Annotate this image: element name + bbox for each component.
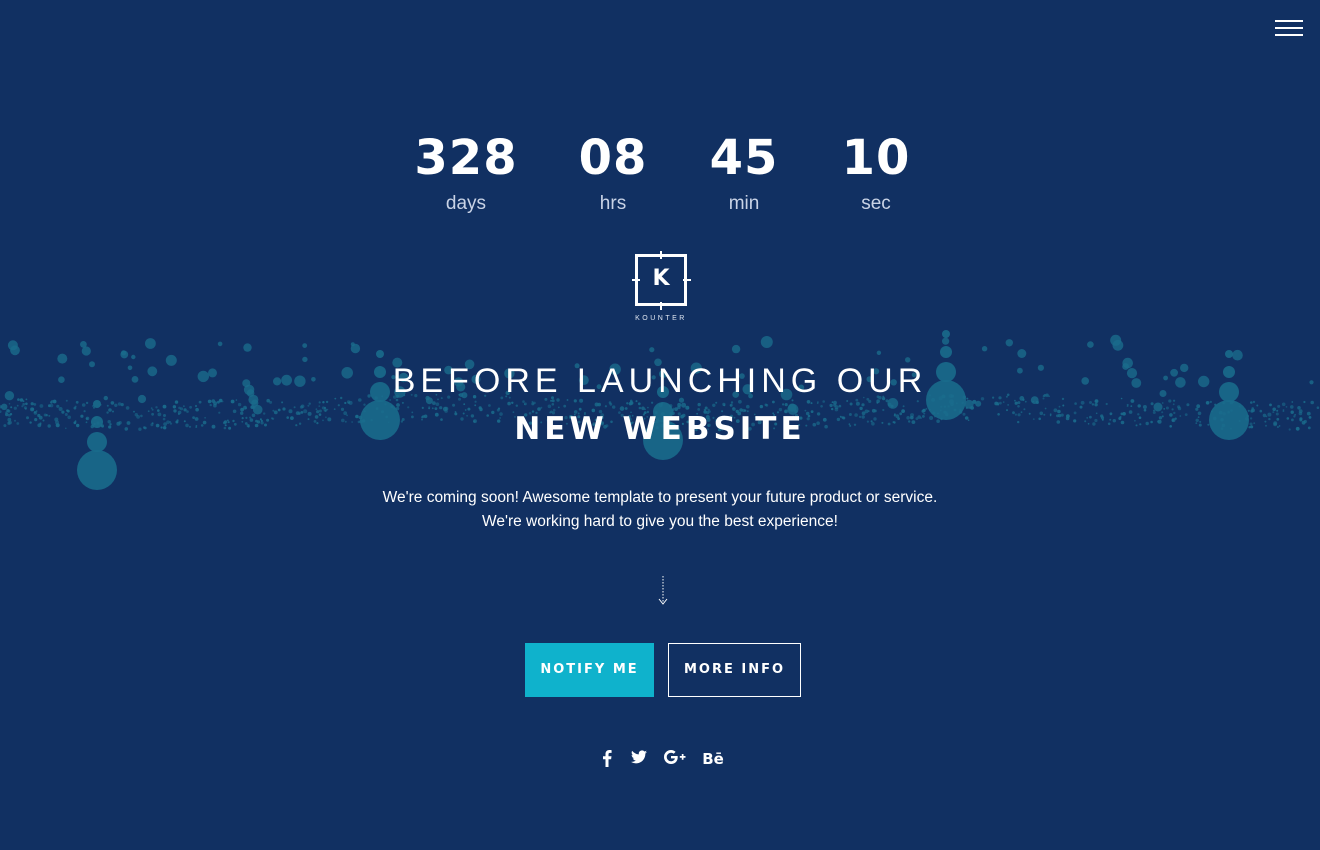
countdown-minutes-value: 45 <box>709 130 779 186</box>
google-plus-icon[interactable] <box>663 748 687 770</box>
countdown-days-value: 328 <box>414 130 518 186</box>
hero-tagline: We're coming soon! Awesome template to p… <box>0 486 1320 534</box>
menu-line <box>1275 34 1303 36</box>
menu-line <box>1275 27 1303 29</box>
countdown-days: 328 days <box>396 128 536 215</box>
hero-heading-line2: NEW WEBSITE <box>514 411 806 447</box>
more-info-button[interactable]: MORE INFO <box>668 643 801 697</box>
countdown-seconds: 10 sec <box>806 128 946 215</box>
hamburger-menu-icon[interactable] <box>1275 18 1303 38</box>
countdown-hours-value: 08 <box>578 130 648 186</box>
logo-tick <box>660 302 662 310</box>
kounter-logo[interactable]: K KOUNTER <box>632 251 692 325</box>
logo-tick <box>660 251 662 259</box>
countdown-seconds-value: 10 <box>841 130 911 186</box>
coming-soon-page: 328 days 08 hrs 45 min 10 sec K KOUNTER … <box>0 0 1320 850</box>
hero-heading-line1: BEFORE LAUNCHING OUR <box>392 362 928 400</box>
arrow-down-icon[interactable] <box>656 575 670 607</box>
menu-line <box>1275 20 1303 22</box>
twitter-icon[interactable] <box>629 748 649 770</box>
social-links: Bē <box>0 748 1320 772</box>
tagline-line1: We're coming soon! Awesome template to p… <box>382 489 938 506</box>
countdown-seconds-label: sec <box>861 193 891 214</box>
behance-icon[interactable]: Bē <box>700 748 726 770</box>
tagline-line2: We're working hard to give you the best … <box>482 513 838 530</box>
facebook-icon[interactable] <box>600 748 614 770</box>
countdown-minutes-label: min <box>728 193 760 214</box>
countdown-minutes: 45 min <box>674 128 814 215</box>
countdown-timer: 328 days 08 hrs 45 min 10 sec <box>0 128 1320 228</box>
countdown-hours: 08 hrs <box>543 128 683 215</box>
logo-name: KOUNTER <box>635 315 687 322</box>
countdown-hours-label: hrs <box>599 193 627 214</box>
notify-me-button[interactable]: NOTIFY ME <box>525 643 654 697</box>
countdown-days-label: days <box>445 193 487 214</box>
logo-letter: K <box>652 266 670 291</box>
